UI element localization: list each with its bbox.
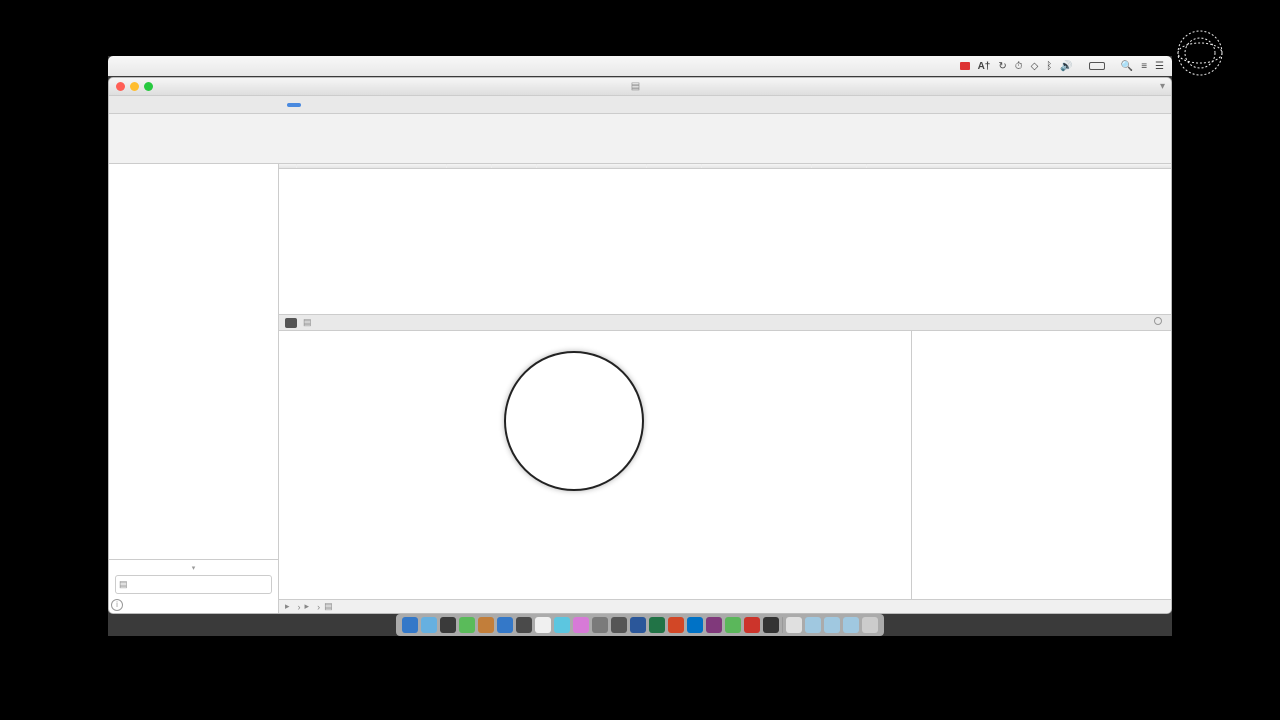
coding-stripes-panel[interactable]: [911, 331, 1171, 599]
status-volume-icon[interactable]: 🔊: [1060, 61, 1072, 72]
macos-dock[interactable]: [396, 614, 884, 636]
dock-powerpoint-icon[interactable]: [668, 617, 684, 633]
dock-app-icon[interactable]: [497, 617, 513, 633]
main-panel: ▤: [279, 164, 1171, 613]
window-zoom-button[interactable]: [144, 82, 153, 91]
col-nodes[interactable]: [447, 164, 492, 168]
window-close-button[interactable]: [116, 82, 125, 91]
info-icon[interactable]: i: [111, 599, 123, 611]
spotlight-icon[interactable]: 🔍: [1121, 61, 1133, 72]
open-items-chevron-icon: ▾: [109, 564, 278, 572]
edit-checkbox[interactable]: [1154, 317, 1162, 325]
dock-app-icon[interactable]: [763, 617, 779, 633]
dock-excel-icon[interactable]: [649, 617, 665, 633]
macos-menubar: A† ↻ ⏱ ◇ ᛒ 🔊 🔍 ≡ ☰: [108, 56, 1172, 76]
col-created[interactable]: [537, 164, 647, 168]
tab-create[interactable]: [143, 103, 157, 107]
dock-app-icon[interactable]: [611, 617, 627, 633]
tab-layout[interactable]: [263, 103, 277, 107]
dock-folder-icon[interactable]: [843, 617, 859, 633]
dock-app-icon[interactable]: [440, 617, 456, 633]
tab-data[interactable]: [167, 103, 181, 107]
open-item[interactable]: ▤: [115, 575, 272, 594]
dock-outlook-icon[interactable]: [687, 617, 703, 633]
col-icon[interactable]: [279, 164, 297, 168]
status-bluetooth-icon[interactable]: ᛒ: [1046, 61, 1052, 72]
dock-app-icon[interactable]: [535, 617, 551, 633]
tab-home[interactable]: [119, 103, 133, 107]
tab-view[interactable]: [287, 103, 301, 107]
breadcrumb: ▸ › ▸ › ▤: [279, 599, 1171, 613]
dock-app-icon[interactable]: [725, 617, 741, 633]
status-timemachine-icon: ⏱: [1015, 61, 1023, 72]
presenter-logo: [1175, 28, 1225, 78]
project-icon: ▤: [631, 81, 640, 92]
dock-app-icon[interactable]: [573, 617, 589, 633]
ribbon-tabstrip: [109, 96, 1171, 114]
tab-analyze[interactable]: [191, 103, 205, 107]
zoom-magnifier: [504, 351, 644, 491]
dock-app-icon[interactable]: [402, 617, 418, 633]
source-list[interactable]: [279, 169, 1171, 314]
status-sync-icon: ↻: [998, 61, 1006, 72]
ribbon: [109, 114, 1171, 164]
annotation-toggle-icon[interactable]: [285, 318, 297, 328]
dock-app-icon[interactable]: [421, 617, 437, 633]
col-created-by[interactable]: [647, 164, 702, 168]
dock-app-icon[interactable]: [554, 617, 570, 633]
col-modified-by[interactable]: [812, 164, 867, 168]
notifications-icon[interactable]: ≡: [1141, 61, 1147, 72]
col-refs[interactable]: [492, 164, 537, 168]
nvivo-window: ▤ ▾ ▾ ▤ i: [108, 77, 1172, 614]
dock-app-icon[interactable]: [478, 617, 494, 633]
window-titlebar[interactable]: ▤ ▾: [109, 78, 1171, 96]
document-viewer[interactable]: [279, 331, 911, 599]
menu-extra-icon[interactable]: ☰: [1155, 61, 1164, 72]
status-adobe-icon: A†: [978, 61, 991, 72]
col-name[interactable]: [297, 164, 447, 168]
navigation-panel: ▾ ▤ i: [109, 164, 279, 613]
dock-divider: [782, 617, 783, 633]
dock-onenote-icon[interactable]: [706, 617, 722, 633]
battery-icon: [1089, 62, 1105, 70]
status-wifi-icon[interactable]: ◇: [1031, 61, 1039, 72]
dock-app-icon[interactable]: [459, 617, 475, 633]
tab-query[interactable]: [215, 103, 229, 107]
status-rec-icon: [960, 62, 970, 70]
dock-folder-icon[interactable]: [805, 617, 821, 633]
dock-app-icon[interactable]: [516, 617, 532, 633]
window-menu-chevron[interactable]: ▾: [1111, 81, 1171, 92]
dock-folder-icon[interactable]: [786, 617, 802, 633]
dock-acrobat-icon[interactable]: [744, 617, 760, 633]
col-modified[interactable]: [702, 164, 812, 168]
detail-titlebar: ▤: [279, 314, 1171, 331]
tab-explore[interactable]: [239, 103, 253, 107]
dock-trash-icon[interactable]: [862, 617, 878, 633]
window-minimize-button[interactable]: [130, 82, 139, 91]
dock-folder-icon[interactable]: [824, 617, 840, 633]
dock-app-icon[interactable]: [592, 617, 608, 633]
dock-word-icon[interactable]: [630, 617, 646, 633]
